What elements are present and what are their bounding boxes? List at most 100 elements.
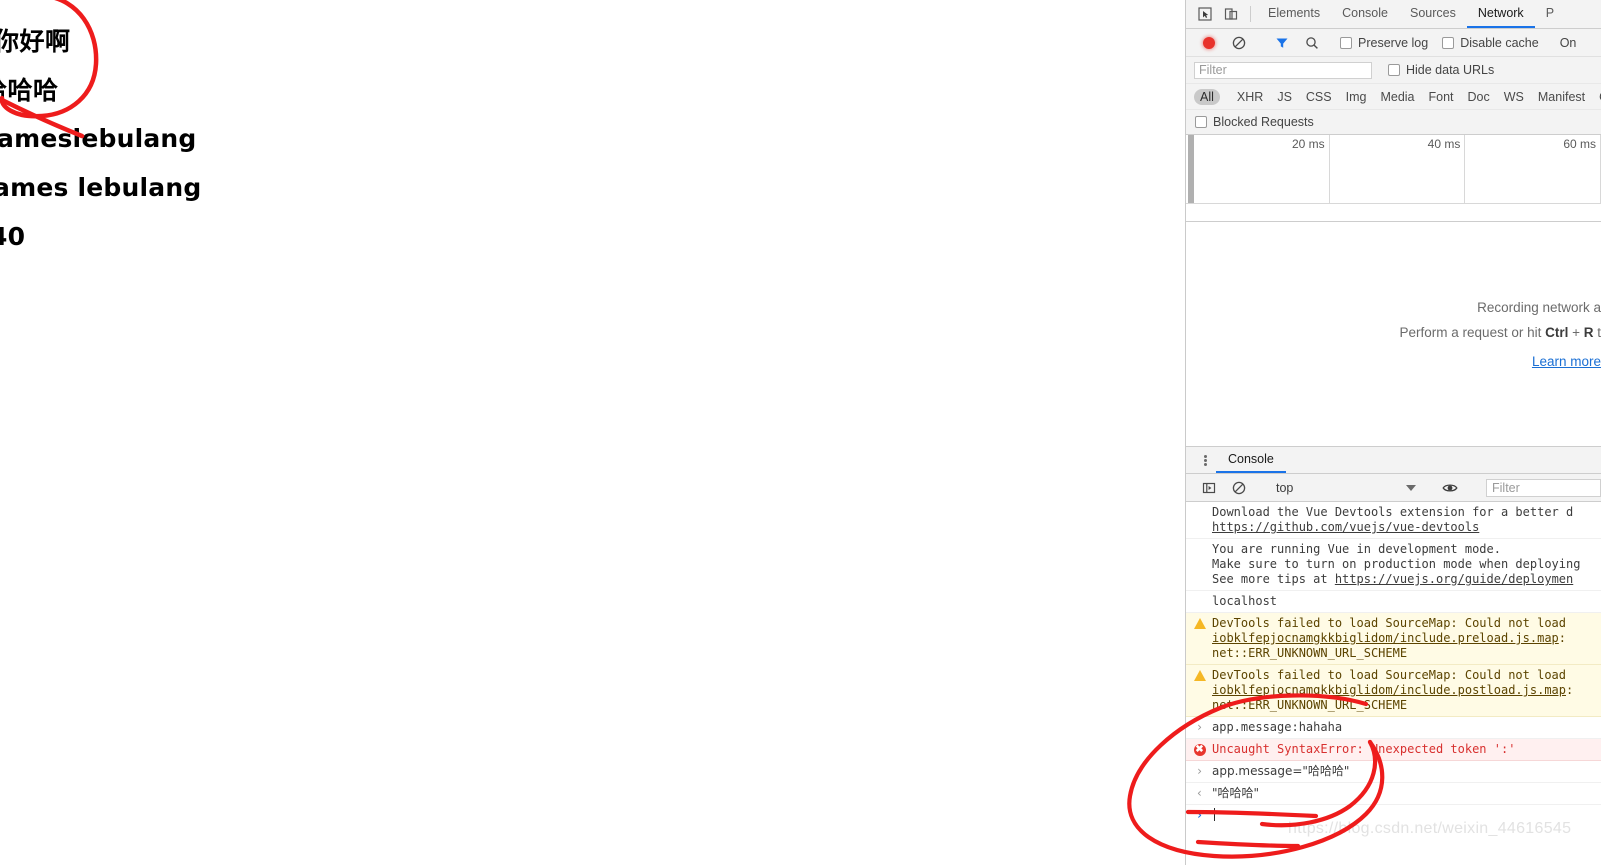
hide-data-urls-checkbox[interactable]: Hide data URLs xyxy=(1388,63,1494,77)
warning-icon xyxy=(1193,617,1206,630)
type-filter-label: All xyxy=(1200,89,1214,104)
console-line: localhost xyxy=(1212,594,1278,608)
overview-tick-cell: 40 ms xyxy=(1330,135,1466,203)
page-text-line: ames lebulang xyxy=(0,173,202,202)
overview-tick-label: 60 ms xyxy=(1563,137,1597,151)
console-line: "哈哈哈" xyxy=(1212,786,1260,800)
learn-more-link[interactable]: Learn more xyxy=(1532,354,1601,369)
key-ctrl: Ctrl xyxy=(1545,324,1569,340)
page-text-line: 你好啊 xyxy=(0,27,71,56)
more-options-icon[interactable] xyxy=(1194,447,1216,473)
live-expression-icon[interactable] xyxy=(1435,481,1465,495)
type-filter-label: XHR xyxy=(1236,89,1264,104)
console-message: You are running Vue in development mode.… xyxy=(1186,539,1601,591)
type-filter-label: Manifest xyxy=(1537,89,1586,104)
screenshot-root: 你好啊 哈哈哈 ameslebulang ames lebulang 40 xyxy=(0,0,1601,865)
inspect-element-icon[interactable] xyxy=(1192,0,1218,28)
checkbox-box xyxy=(1195,116,1207,128)
console-context-dropdown[interactable]: top xyxy=(1267,481,1422,495)
chevron-down-icon xyxy=(1406,484,1416,491)
console-filter-input[interactable]: Filter xyxy=(1486,478,1601,497)
input-arrow-icon: › xyxy=(1195,720,1204,734)
preserve-log-checkbox[interactable]: Preserve log xyxy=(1340,36,1428,50)
drawer-tabstrip: Console xyxy=(1186,447,1601,474)
console-line: See more tips at https://vuejs.org/guide… xyxy=(1212,572,1601,587)
input-arrow-icon: › xyxy=(1195,764,1204,778)
tab-elements[interactable]: Elements xyxy=(1257,0,1331,28)
console-line: Make sure to turn on production mode whe… xyxy=(1212,557,1581,571)
throttling-label: On xyxy=(1559,35,1577,50)
tab-sources[interactable]: Sources xyxy=(1399,0,1467,28)
console-filter-placeholder: Filter xyxy=(1492,480,1520,495)
network-filter-input[interactable]: Filter xyxy=(1194,61,1372,79)
clear-console-icon[interactable] xyxy=(1224,481,1254,495)
overview-baseline xyxy=(1186,203,1601,204)
filter-placeholder: Filter xyxy=(1199,63,1227,77)
console-context-value: top xyxy=(1276,480,1294,495)
drawer-tab-console[interactable]: Console xyxy=(1216,447,1286,473)
console-line: DevTools failed to load SourceMap: Could… xyxy=(1212,616,1567,630)
tab-performance[interactable]: P xyxy=(1535,0,1565,28)
tab-console[interactable]: Console xyxy=(1331,0,1399,28)
type-filter-xhr[interactable]: XHR xyxy=(1231,89,1269,105)
type-filter-js[interactable]: JS xyxy=(1271,89,1298,105)
console-message-list[interactable]: Download the Vue Devtools extension for … xyxy=(1186,502,1601,865)
console-line: iobklfepjocnamgkkbiglidom/include.postlo… xyxy=(1212,683,1601,698)
console-link[interactable]: https://vuejs.org/guide/deploymen xyxy=(1335,572,1573,586)
console-line: You are running Vue in development mode. xyxy=(1212,542,1501,556)
type-filter-font[interactable]: Font xyxy=(1423,89,1460,105)
perform-request-post: t xyxy=(1593,324,1601,340)
device-toolbar-icon[interactable] xyxy=(1218,0,1244,28)
checkbox-box xyxy=(1388,64,1400,76)
key-plus: + xyxy=(1568,324,1584,340)
type-filter-label: WS xyxy=(1503,89,1524,104)
tab-network[interactable]: Network xyxy=(1466,0,1535,28)
console-line: net::ERR_UNKNOWN_URL_SCHEME xyxy=(1212,646,1408,660)
warning-icon xyxy=(1193,669,1206,682)
type-filter-all[interactable]: All xyxy=(1194,88,1220,105)
type-filter-label: Font xyxy=(1428,89,1454,104)
console-output-entry: ‹ "哈哈哈" xyxy=(1186,783,1601,805)
clear-icon[interactable] xyxy=(1224,36,1254,50)
hide-data-urls-label: Hide data URLs xyxy=(1406,63,1495,77)
console-link[interactable]: iobklfepjocnamgkkbiglidom/include.postlo… xyxy=(1212,683,1566,697)
type-filter-media[interactable]: Media xyxy=(1374,89,1420,105)
disable-cache-checkbox[interactable]: Disable cache xyxy=(1442,36,1539,50)
overview-tick-cell: 20 ms xyxy=(1194,135,1330,203)
overview-tick-label: 40 ms xyxy=(1427,137,1461,151)
network-overview-timeline[interactable]: 20 ms 40 ms 60 ms xyxy=(1186,135,1601,222)
type-filter-other[interactable]: Ot xyxy=(1593,89,1601,105)
page-text-line: 哈哈哈 xyxy=(0,76,59,105)
tab-label: Network xyxy=(1477,6,1524,20)
console-line: app.message="哈哈哈" xyxy=(1212,764,1350,778)
watermark-text: https://blog.csdn.net/weixin_44616545 xyxy=(1288,820,1572,837)
throttling-dropdown[interactable]: On xyxy=(1560,36,1577,50)
console-input-entry: › app.message:hahaha xyxy=(1186,717,1601,739)
record-icon[interactable] xyxy=(1194,36,1224,49)
console-sidebar-icon[interactable] xyxy=(1194,481,1224,495)
tab-label: P xyxy=(1545,6,1555,20)
type-filter-manifest[interactable]: Manifest xyxy=(1532,89,1591,105)
blocked-requests-row: Blocked Requests xyxy=(1186,110,1601,135)
console-link[interactable]: https://github.com/vuejs/vue-devtools xyxy=(1212,520,1601,535)
type-filter-css[interactable]: CSS xyxy=(1300,89,1338,105)
disable-cache-label: Disable cache xyxy=(1460,35,1539,50)
filter-icon[interactable] xyxy=(1267,36,1297,50)
console-message-error: ✖ Uncaught SyntaxError: Unexpected token… xyxy=(1186,739,1601,761)
devtools-panel: Elements Console Sources Network P Prese… xyxy=(1185,0,1601,865)
console-message: Download the Vue Devtools extension for … xyxy=(1186,502,1601,539)
type-filter-label: Img xyxy=(1345,89,1367,104)
search-icon[interactable] xyxy=(1297,36,1327,50)
drawer-tab-label: Console xyxy=(1228,452,1274,466)
prompt-arrow-icon: › xyxy=(1195,808,1204,822)
checkbox-box xyxy=(1442,36,1455,49)
type-filter-ws[interactable]: WS xyxy=(1498,89,1530,105)
console-link[interactable]: iobklfepjocnamgkkbiglidom/include.preloa… xyxy=(1212,631,1559,645)
console-line: Download the Vue Devtools extension for … xyxy=(1212,505,1574,519)
type-filter-img[interactable]: Img xyxy=(1340,89,1373,105)
blocked-requests-checkbox[interactable]: Blocked Requests xyxy=(1195,115,1314,129)
type-filter-doc[interactable]: Doc xyxy=(1462,89,1496,105)
web-page-viewport: 你好啊 哈哈哈 ameslebulang ames lebulang 40 xyxy=(0,0,1185,865)
toolbar-divider xyxy=(1250,6,1251,22)
perform-request-message: Perform a request or hit Ctrl + R t xyxy=(1400,325,1601,340)
